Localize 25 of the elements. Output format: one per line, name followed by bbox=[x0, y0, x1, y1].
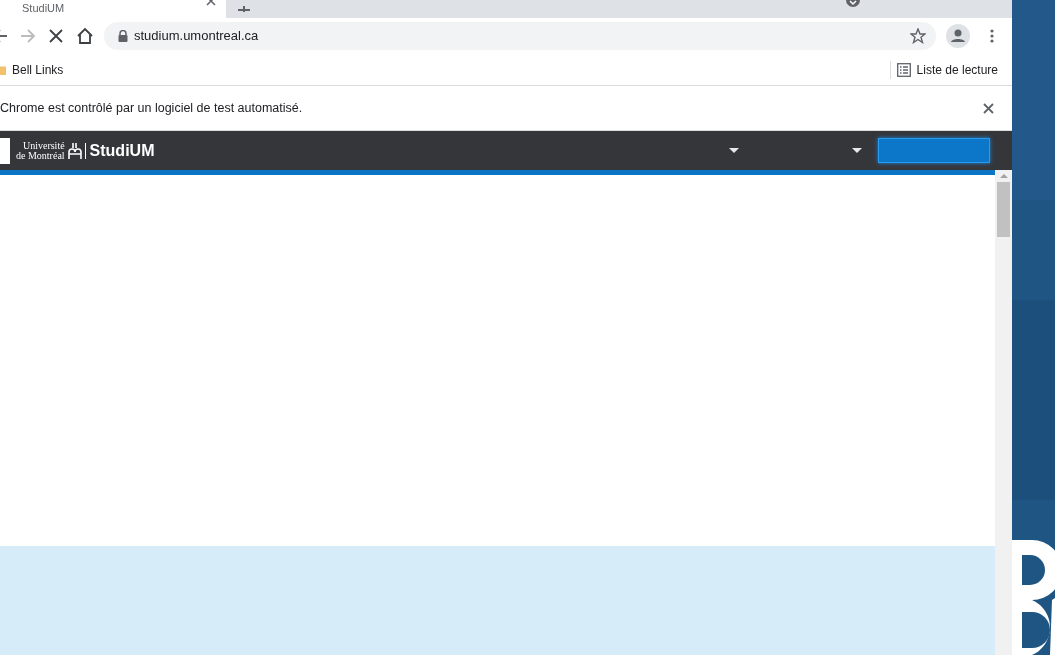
menu-toggle[interactable] bbox=[0, 137, 10, 164]
new-tab-icon[interactable] bbox=[238, 6, 250, 12]
lock-icon bbox=[118, 30, 128, 42]
logo-text: Université bbox=[21, 140, 65, 151]
stop-icon[interactable] bbox=[48, 28, 64, 44]
logo-text: de Montréal bbox=[16, 150, 65, 161]
bookmark-link[interactable]: Bell Links bbox=[12, 60, 64, 79]
dropdown-icon[interactable] bbox=[729, 147, 739, 154]
dropdown-icon[interactable] bbox=[852, 147, 862, 154]
home-icon[interactable] bbox=[76, 27, 94, 45]
dropdown-icon[interactable] bbox=[846, 0, 860, 8]
scrollbar-thumb[interactable] bbox=[997, 182, 1010, 237]
brand-name[interactable]: StudiUM bbox=[84, 142, 155, 159]
menu-icon[interactable] bbox=[990, 29, 994, 43]
infobar-message: Chrome est contrôlé par un logiciel de test automatisé. bbox=[0, 99, 303, 117]
url-text: studium.umontreal.ca bbox=[134, 27, 259, 46]
logo-icon bbox=[67, 142, 82, 159]
scrollbar[interactable] bbox=[995, 170, 1012, 655]
star-icon[interactable] bbox=[910, 28, 926, 44]
list-icon[interactable] bbox=[896, 62, 911, 77]
reading-list-link[interactable]: Liste de lecture bbox=[916, 60, 998, 79]
tab-title[interactable]: StudiUM bbox=[22, 3, 65, 14]
profile-icon[interactable] bbox=[946, 24, 970, 48]
address-bar[interactable]: studium.umontreal.ca bbox=[104, 22, 936, 50]
close-icon[interactable] bbox=[983, 102, 994, 114]
